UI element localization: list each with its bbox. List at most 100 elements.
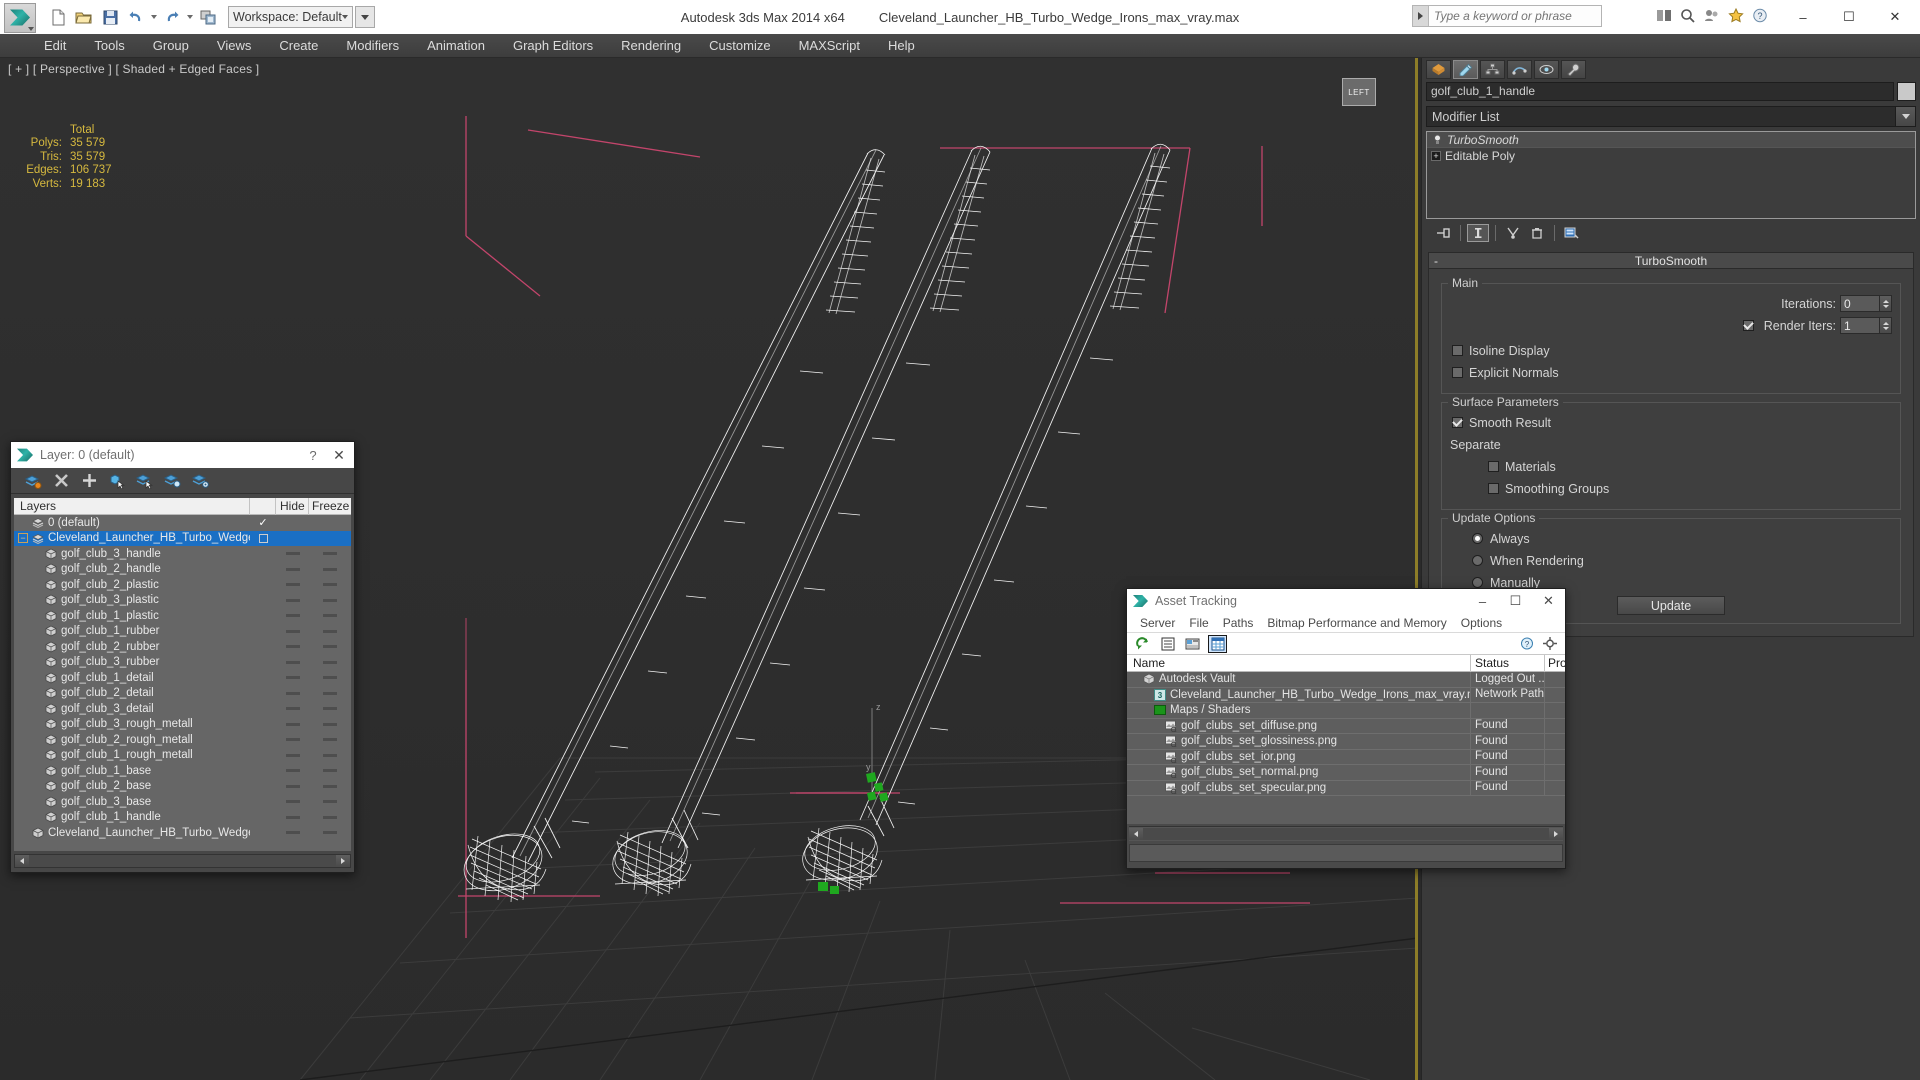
community-icon[interactable] (1701, 5, 1722, 26)
collapse-icon[interactable]: − (18, 533, 28, 544)
layer-list-hscrollbar[interactable] (14, 854, 351, 868)
layer-row[interactable]: golf_club_1_handle (14, 810, 351, 826)
search-box[interactable] (1412, 5, 1602, 27)
close-button[interactable]: ✕ (324, 447, 354, 464)
menu-item-views[interactable]: Views (203, 35, 265, 57)
layer-hide-cell[interactable] (276, 676, 309, 680)
layer-freeze-cell[interactable] (309, 676, 351, 680)
layer-hide-cell[interactable] (276, 815, 309, 819)
list-view-icon[interactable] (1158, 635, 1177, 653)
layer-hide-cell[interactable] (276, 645, 309, 649)
select-objects-in-layer-icon[interactable] (107, 471, 127, 491)
remove-modifier-icon[interactable] (1526, 224, 1548, 242)
layer-list[interactable]: 0 (default) ✓ − Cleveland_Launcher_HB_Turbo… (14, 515, 351, 851)
highlight-selected-objects-icon[interactable] (163, 471, 183, 491)
table-view-icon[interactable] (1208, 634, 1227, 653)
update-button[interactable]: Update (1617, 596, 1725, 615)
materials-checkbox[interactable] (1488, 461, 1499, 472)
layer-row[interactable]: golf_club_2_base (14, 779, 351, 795)
modifier-stack[interactable]: TurboSmooth + Editable Poly (1426, 131, 1916, 219)
maximize-button[interactable]: ☐ (1499, 589, 1532, 613)
asset-row[interactable]: golf_clubs_set_diffuse.png Found (1127, 718, 1565, 734)
layer-freeze-cell[interactable] (309, 784, 351, 788)
undo-dropdown-icon[interactable] (151, 15, 157, 19)
asset-row[interactable]: golf_clubs_set_specular.png Found (1127, 780, 1565, 796)
layer-freeze-cell[interactable] (309, 722, 351, 726)
layer-hide-cell[interactable] (276, 753, 309, 757)
asset-row[interactable]: Autodesk Vault Logged Out ... (1127, 672, 1565, 688)
tab-utilities[interactable] (1561, 59, 1586, 79)
layer-hide-cell[interactable] (276, 722, 309, 726)
tab-modify[interactable] (1453, 59, 1478, 79)
layer-row[interactable]: golf_club_3_rough_metall (14, 717, 351, 733)
help-circle-icon[interactable]: ? (1749, 5, 1770, 26)
layer-row[interactable]: golf_club_2_rubber (14, 639, 351, 655)
select-highlighted-layer-icon[interactable] (135, 471, 155, 491)
scroll-track[interactable] (29, 855, 336, 867)
layer-row[interactable]: golf_club_1_detail (14, 670, 351, 686)
layer-row[interactable]: golf_club_3_plastic (14, 593, 351, 609)
layer-freeze-cell[interactable] (309, 598, 351, 602)
asset-row[interactable]: Maps / Shaders (1127, 702, 1565, 719)
modifier-stack-item-editable-poly[interactable]: + Editable Poly (1427, 148, 1915, 163)
spinner-arrows-icon[interactable] (1880, 295, 1892, 312)
save-file-icon[interactable] (98, 5, 122, 29)
layer-freeze-cell[interactable] (309, 691, 351, 695)
scroll-left-icon[interactable] (1129, 828, 1143, 840)
layer-row[interactable]: golf_club_3_base (14, 794, 351, 810)
layer-row[interactable]: 0 (default) ✓ (14, 515, 351, 531)
scroll-track[interactable] (1143, 828, 1549, 840)
column-name[interactable]: Name (1127, 654, 1471, 672)
update-always-row[interactable]: Always (1450, 529, 1892, 548)
menu-item-modifiers[interactable]: Modifiers (332, 35, 413, 57)
column-status[interactable]: Status (1471, 654, 1545, 672)
minimize-button[interactable]: – (1466, 589, 1499, 613)
tab-hierarchy[interactable] (1480, 59, 1505, 79)
search-dropdown-icon[interactable] (1413, 6, 1429, 26)
radio-always[interactable] (1472, 533, 1483, 544)
layer-freeze-cell[interactable] (309, 583, 351, 587)
turbosmooth-rollout-header[interactable]: - TurboSmooth (1429, 253, 1913, 269)
layer-hide-cell[interactable] (276, 691, 309, 695)
viewport-label[interactable]: [ + ] [ Perspective ] [ Shaded + Edged F… (8, 62, 259, 76)
app-logo-button[interactable] (4, 2, 36, 33)
close-button[interactable]: ✕ (1532, 589, 1565, 613)
layer-row[interactable]: golf_club_2_detail (14, 686, 351, 702)
smoothing-groups-checkbox[interactable] (1488, 483, 1499, 494)
delete-layer-icon[interactable] (51, 471, 71, 491)
column-hide[interactable]: Hide (276, 497, 309, 515)
collapse-icon[interactable]: - (1434, 255, 1438, 267)
path-editor-icon[interactable] (1183, 635, 1202, 653)
layer-freeze-cell[interactable] (309, 831, 351, 835)
menu-item-rendering[interactable]: Rendering (607, 35, 695, 57)
workspace-selector[interactable]: Workspace: Default (228, 6, 353, 28)
column-pro[interactable]: Pro (1545, 655, 1565, 672)
layer-freeze-cell[interactable] (309, 769, 351, 773)
asset-menu-item-options[interactable]: Options (1454, 614, 1509, 632)
tab-display[interactable] (1534, 59, 1559, 79)
settings-icon[interactable] (1540, 635, 1559, 653)
iterations-input[interactable] (1840, 295, 1880, 312)
layer-row[interactable]: golf_club_2_plastic (14, 577, 351, 593)
render-iters-input[interactable] (1840, 317, 1880, 334)
favorite-star-icon[interactable] (1725, 5, 1746, 26)
asset-menu-item-paths[interactable]: Paths (1216, 614, 1261, 632)
menu-item-help[interactable]: Help (874, 35, 929, 57)
object-name-field[interactable]: golf_club_1_handle (1426, 82, 1894, 101)
asset-list-hscrollbar[interactable] (1129, 826, 1563, 841)
asset-row[interactable]: golf_clubs_set_normal.png Found (1127, 764, 1565, 781)
update-when-rendering-row[interactable]: When Rendering (1450, 551, 1892, 570)
layer-freeze-cell[interactable] (309, 707, 351, 711)
checkbox-empty-icon[interactable] (258, 533, 268, 543)
add-selection-icon[interactable] (79, 471, 99, 491)
layer-hide-cell[interactable] (276, 800, 309, 804)
select-link-icon[interactable] (196, 5, 220, 29)
menu-item-tools[interactable]: Tools (80, 35, 138, 57)
asset-list[interactable]: Autodesk Vault Logged Out ... 3 Cleveland_L… (1127, 672, 1565, 824)
refresh-icon[interactable] (1133, 635, 1152, 653)
asset-row[interactable]: golf_clubs_set_glossiness.png Found (1127, 733, 1565, 750)
create-new-layer-icon[interactable] (23, 471, 43, 491)
help-search-icon[interactable] (1677, 5, 1698, 26)
help-button[interactable]: ? (302, 448, 324, 463)
iterations-stepper[interactable] (1840, 295, 1892, 312)
